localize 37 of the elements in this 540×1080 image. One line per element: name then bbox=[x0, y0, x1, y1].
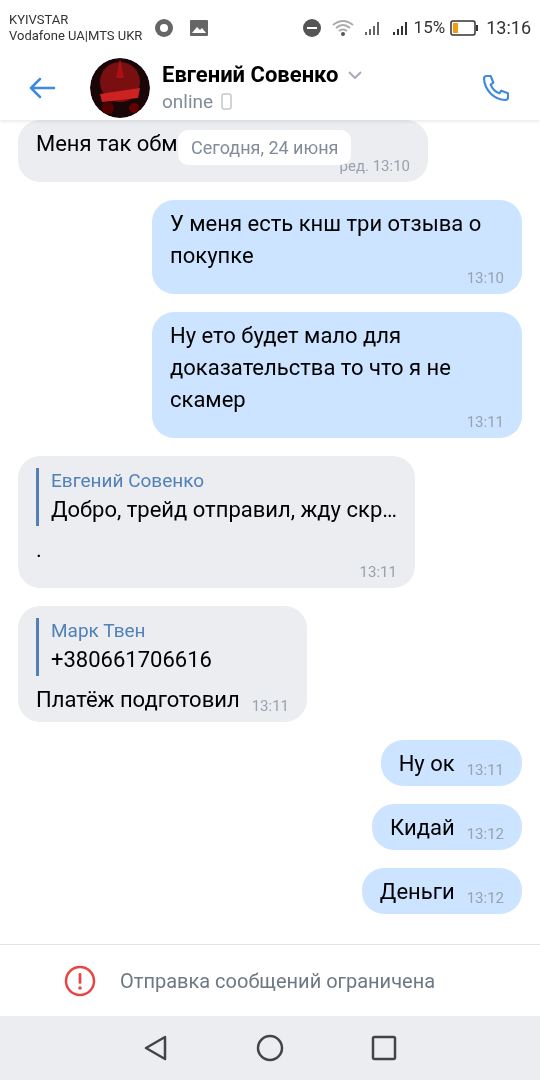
signal-icon bbox=[363, 19, 382, 36]
quote-text: Добро, трейд отправил, жду скр… bbox=[51, 496, 397, 524]
nav-recents-button[interactable] bbox=[370, 1035, 397, 1061]
wifi-icon bbox=[331, 18, 354, 37]
message-text: . bbox=[36, 536, 42, 564]
do-not-disturb-icon bbox=[301, 17, 322, 38]
message-text: Ну ок bbox=[398, 750, 455, 778]
message-text: Деньги bbox=[379, 878, 455, 906]
contact-name: Евгений Совенко bbox=[162, 60, 339, 89]
message-time: 13:11 bbox=[251, 696, 290, 716]
quote-author: Евгений Совенко bbox=[51, 468, 206, 494]
battery-percent: 15% bbox=[413, 15, 446, 39]
message-time: 13:11 bbox=[466, 412, 504, 432]
message-text: У меня есть кнш три отзыва о покупке bbox=[170, 211, 482, 268]
message-time: 13:12 bbox=[466, 824, 504, 844]
quote-text: +380661706616 bbox=[51, 646, 213, 674]
phone-device-icon bbox=[221, 93, 233, 110]
warning-icon bbox=[64, 964, 96, 997]
clock: 13:16 bbox=[486, 16, 531, 40]
online-status: online bbox=[162, 88, 214, 115]
message-time: 13:10 bbox=[466, 268, 504, 288]
message-text: Платёж подготовил bbox=[36, 686, 240, 714]
message-time: 13:11 bbox=[359, 562, 397, 582]
message-time: 13:12 bbox=[466, 888, 504, 908]
nav-home-button[interactable] bbox=[256, 1034, 284, 1062]
battery-icon bbox=[450, 19, 479, 36]
signal-icon bbox=[391, 19, 410, 36]
quote-author: Марк Твен bbox=[51, 618, 147, 644]
message-time: 13:11 bbox=[466, 760, 504, 780]
message-text: Ну ето будет мало для доказательства то что я не скамер bbox=[170, 323, 451, 412]
restriction-notice: Отправка сообщений ограничена bbox=[120, 967, 436, 995]
image-icon bbox=[190, 19, 209, 36]
message-text: Меня так обм bbox=[36, 131, 178, 156]
carrier-name: Vodafone UA|MTS UKR bbox=[9, 27, 143, 44]
carrier-name: KYIVSTAR bbox=[9, 11, 70, 28]
chevron-down-icon bbox=[348, 70, 363, 79]
message-text: Кидай bbox=[390, 814, 455, 842]
